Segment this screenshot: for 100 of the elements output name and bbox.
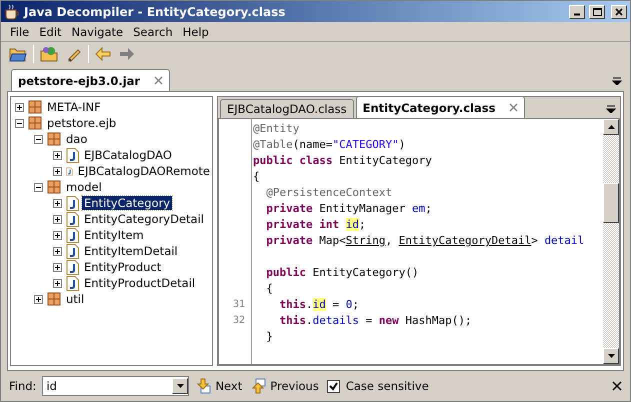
java-file-icon [66, 260, 79, 274]
collapse-toggle[interactable] [34, 134, 43, 144]
code-token: String [346, 234, 386, 247]
java-file-icon [66, 244, 79, 258]
package-icon [28, 100, 42, 114]
line-number: 31 [232, 299, 245, 310]
minimize-button[interactable] [569, 4, 585, 18]
folder-icon[interactable] [7, 46, 29, 62]
code-token: @PersistenceContext [265, 186, 392, 199]
close-button[interactable] [611, 4, 627, 18]
checkbox-label: Case sensitive [346, 379, 429, 393]
next-button[interactable]: Next [195, 378, 244, 394]
dropdown-icon[interactable] [606, 105, 616, 113]
combo-box[interactable]: id [42, 376, 190, 396]
code-token: (name= [292, 138, 332, 151]
code-token: = [331, 298, 340, 311]
expand-toggle[interactable] [53, 262, 62, 272]
tree-item[interactable]: EntityCategoryDetail [82, 212, 206, 226]
arrow-down-icon [197, 378, 212, 394]
collapse-toggle[interactable] [15, 118, 24, 128]
tree-item[interactable]: dao [64, 132, 90, 146]
editor-tab[interactable]: EJBCatalogDAO.class [220, 99, 354, 118]
package-icon [47, 180, 61, 194]
previous-button[interactable]: Previous [250, 378, 321, 394]
tree-item[interactable]: EJBCatalogDAORemote [76, 164, 212, 178]
expand-toggle[interactable] [53, 246, 62, 256]
line-number: 32 [232, 315, 245, 326]
code-token: this [278, 298, 306, 311]
menu-item[interactable]: Navigate [66, 24, 128, 38]
maximize-button[interactable] [589, 4, 605, 18]
coffee-cup-icon [4, 4, 20, 20]
expand-toggle[interactable] [53, 198, 62, 208]
code-token: new [378, 314, 399, 327]
code-token: EntityCategory [338, 154, 432, 167]
code-token: @Table [253, 138, 293, 151]
forward-arrow-icon[interactable] [117, 47, 137, 61]
tree-item[interactable]: META-INF [45, 100, 103, 114]
close-icon[interactable] [612, 381, 622, 391]
menu-item[interactable]: File [5, 24, 34, 38]
file-tab[interactable]: petstore-ejb3.0.jar [11, 69, 170, 91]
java-file-icon [66, 276, 79, 290]
folder-globe-icon[interactable] [38, 46, 60, 62]
tree-item[interactable]: EntityItem [82, 228, 146, 242]
expand-toggle[interactable] [53, 150, 62, 160]
code-token: . [306, 314, 313, 327]
expand-toggle[interactable] [34, 294, 43, 304]
tree-item[interactable]: EntityProduct [82, 260, 164, 274]
java-file-icon [66, 228, 79, 242]
code-token: id [312, 298, 326, 311]
expand-toggle[interactable] [53, 214, 62, 224]
scroll-thumb[interactable] [603, 183, 619, 223]
window-title: Java Decompiler - EntityCategory.class [24, 4, 286, 18]
java-file-icon [66, 212, 79, 226]
package-icon [28, 116, 42, 130]
code-token: details [312, 314, 359, 327]
maximize-icon [592, 8, 602, 16]
tree-item[interactable]: EntityCategory [82, 196, 172, 210]
scroll-up-icon[interactable] [608, 125, 614, 129]
code-token: 0 [346, 298, 352, 311]
tree-item[interactable]: EntityProductDetail [82, 276, 198, 290]
code-token: { [265, 282, 273, 295]
tree-item[interactable]: EntityItemDetail [82, 244, 180, 258]
check-icon [328, 382, 338, 390]
arrow-up-icon [252, 378, 266, 394]
tree-item[interactable]: EJBCatalogDAO [82, 148, 174, 162]
vertical-scrollbar[interactable] [603, 119, 619, 364]
code-token: @Entity [253, 122, 300, 135]
code-token: private int [265, 218, 340, 231]
tree-item[interactable]: model [64, 180, 104, 194]
menu-item[interactable]: Help [178, 24, 214, 38]
code-token: , [385, 234, 394, 247]
collapse-toggle[interactable] [34, 182, 43, 192]
tree-item[interactable]: util [64, 292, 86, 306]
editor-tab[interactable]: EntityCategory.class [356, 96, 526, 118]
java-file-icon [66, 196, 79, 210]
code-token: EntityManager [318, 202, 406, 215]
code-token: } [265, 330, 273, 343]
code-token: EntityCategoryDetail [398, 234, 532, 247]
code-token: ) [398, 138, 406, 151]
code-token: "CATEGORY" [332, 138, 399, 151]
expand-toggle[interactable] [53, 278, 62, 288]
code-token: = [364, 314, 374, 327]
menu-item[interactable]: Search [128, 24, 178, 38]
code-token: { [253, 170, 260, 183]
caret-icon[interactable] [176, 384, 184, 388]
checkbox[interactable] [326, 380, 340, 392]
code-token: . [306, 298, 313, 311]
expand-toggle[interactable] [53, 166, 62, 176]
menu-item[interactable]: Edit [34, 24, 67, 38]
package-icon [47, 132, 61, 146]
code-token: HashMap(); [404, 314, 472, 327]
scroll-down-icon[interactable] [608, 354, 614, 358]
code-token: private [265, 234, 313, 247]
code-token: private [265, 202, 313, 215]
tree-item[interactable]: petstore.ejb [45, 116, 118, 130]
expand-toggle[interactable] [15, 102, 24, 112]
back-arrow-icon[interactable] [93, 47, 113, 61]
code-token: em [412, 202, 426, 215]
dropdown-icon[interactable] [612, 77, 622, 85]
expand-toggle[interactable] [53, 230, 62, 240]
